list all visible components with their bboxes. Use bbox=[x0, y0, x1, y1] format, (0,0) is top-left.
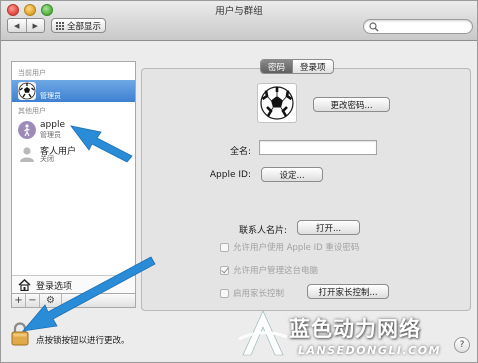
user-list: 当前用户 管理员 其他用户 apple 管理员 客人用户 关闭 登录选项 bbox=[11, 61, 136, 294]
full-name-field[interactable] bbox=[259, 140, 377, 155]
login-options-label: 登录选项 bbox=[36, 282, 73, 292]
user-picture[interactable] bbox=[257, 83, 297, 123]
gear-icon[interactable]: ⚙ bbox=[40, 294, 62, 307]
checkbox-admin[interactable]: 允许用户管理这台电脑 bbox=[220, 264, 318, 276]
add-user-button[interactable]: + bbox=[12, 294, 26, 307]
user-role: 关闭 bbox=[40, 155, 54, 163]
window-title: 用户与群组 bbox=[215, 6, 263, 17]
checkmark-icon bbox=[220, 265, 229, 275]
open-contact-card-button[interactable]: 打开... bbox=[297, 220, 360, 235]
remove-user-button[interactable]: − bbox=[26, 294, 40, 307]
watermark-english-text: LANSEDONGLI.COM bbox=[298, 344, 442, 357]
checkbox-label: 允许用户管理这台电脑 bbox=[233, 266, 319, 276]
apple-id-label: Apple ID: bbox=[209, 170, 251, 180]
settings-tabs: 密码 登录项 bbox=[260, 59, 334, 74]
help-button[interactable]: ? bbox=[454, 337, 470, 353]
user-role: 管理员 bbox=[40, 131, 61, 139]
grid-icon bbox=[55, 21, 64, 30]
nav-segmented-control: ◀ ▶ bbox=[7, 18, 45, 33]
user-row-current[interactable]: 管理员 bbox=[12, 80, 135, 102]
users-and-groups-window: 用户与群组 ◀ ▶ 全部显示 当前用户 管理员 其他用户 apple 管理员 客… bbox=[0, 0, 478, 363]
checkbox-label: 允许用户使用 Apple ID 重设密码 bbox=[233, 243, 360, 253]
search-field[interactable] bbox=[363, 19, 473, 34]
soccer-ball-avatar-icon bbox=[18, 82, 36, 100]
full-name-label: 全名: bbox=[229, 147, 251, 157]
checkbox-box bbox=[220, 242, 229, 252]
toolbar: 用户与群组 ◀ ▶ 全部显示 bbox=[1, 1, 477, 41]
user-role: 管理员 bbox=[40, 92, 61, 100]
checkbox-reset-password[interactable]: 允许用户使用 Apple ID 重设密码 bbox=[220, 241, 359, 253]
apple-id-set-button[interactable]: 设定... bbox=[261, 167, 323, 182]
user-row-guest[interactable]: 客人用户 关闭 bbox=[12, 143, 135, 165]
change-password-button[interactable]: 更改密码... bbox=[313, 97, 390, 112]
user-row-apple[interactable]: apple 管理员 bbox=[12, 119, 135, 141]
tab-password[interactable]: 密码 bbox=[261, 60, 293, 73]
tab-login-items[interactable]: 登录项 bbox=[292, 60, 333, 73]
lock-icon[interactable] bbox=[11, 322, 29, 346]
watermark-chinese-text: 蓝色动力网络 bbox=[289, 317, 421, 341]
current-user-heading: 当前用户 bbox=[18, 69, 46, 77]
person-silhouette-icon bbox=[18, 145, 36, 163]
show-all-button[interactable]: 全部显示 bbox=[51, 18, 106, 33]
house-icon bbox=[18, 279, 31, 291]
lock-hint-text: 点按锁按钮以进行更改。 bbox=[36, 336, 130, 346]
login-options-row[interactable]: 登录选项 bbox=[12, 275, 135, 293]
user-list-controls: + − ⚙ bbox=[11, 294, 136, 308]
user-name: apple bbox=[40, 120, 65, 130]
contact-card-label: 联系人名片: bbox=[238, 226, 287, 236]
checkbox-parental-controls[interactable]: 启用家长控制 bbox=[220, 287, 284, 299]
back-arrow-icon[interactable]: ◀ bbox=[8, 19, 26, 32]
soccer-ball-icon bbox=[260, 86, 294, 120]
watermark-logo-icon bbox=[238, 310, 288, 356]
open-parental-controls-button[interactable]: 打开家长控制... bbox=[307, 284, 389, 299]
checkbox-box bbox=[220, 288, 229, 298]
checkbox-label: 启用家长控制 bbox=[233, 289, 285, 299]
forward-arrow-icon[interactable]: ▶ bbox=[25, 19, 45, 32]
purple-figure-avatar-icon bbox=[18, 121, 36, 139]
search-icon bbox=[369, 22, 379, 32]
show-all-label: 全部显示 bbox=[66, 21, 101, 32]
other-users-heading: 其他用户 bbox=[18, 107, 46, 115]
